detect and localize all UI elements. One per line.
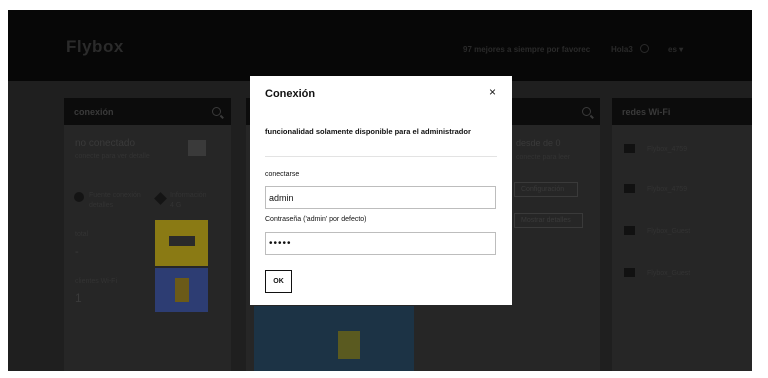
panel-title: redes Wi-Fi bbox=[622, 107, 671, 117]
username-input[interactable] bbox=[265, 186, 496, 209]
panel-header: redes Wi-Fi bbox=[612, 98, 752, 125]
connection-status: no conectado bbox=[75, 138, 136, 149]
configure-button[interactable]: Configuración bbox=[514, 182, 578, 197]
stat-clients-label: clientes Wi-Fi bbox=[75, 278, 118, 285]
search-icon[interactable] bbox=[212, 107, 221, 116]
wifi-network[interactable]: Flybox_4759 bbox=[647, 146, 687, 153]
login-dialog: Conexión × funcionalidad solamente dispo… bbox=[250, 76, 512, 305]
source-item-label: Fuente conexión bbox=[89, 192, 141, 199]
wifi-icon bbox=[624, 226, 635, 235]
panel-header: conexión bbox=[64, 98, 231, 125]
password-label: Contraseña ('admin' por defecto) bbox=[265, 216, 367, 223]
middle-status-sub: conecte para leer bbox=[516, 154, 571, 161]
close-icon[interactable]: × bbox=[489, 86, 496, 98]
connection-panel: conexión no conectado conecte para ver d… bbox=[64, 98, 231, 371]
divider bbox=[265, 156, 497, 157]
signal-icon bbox=[154, 192, 167, 205]
info-icon bbox=[74, 192, 84, 202]
header-link[interactable]: 97 mejores a siempre por favorec bbox=[463, 45, 590, 54]
settings-icon[interactable] bbox=[640, 44, 649, 53]
promo-image-blue bbox=[155, 268, 208, 312]
wifi-network[interactable]: Flybox_Guest bbox=[647, 270, 690, 277]
wifi-icon bbox=[624, 268, 635, 277]
details-button[interactable]: Mostrar detalles bbox=[514, 213, 583, 228]
stat-total-value: - bbox=[75, 246, 79, 258]
top-header: Flybox 97 mejores a siempre por favorec … bbox=[8, 10, 752, 81]
stat-clients-value: 1 bbox=[75, 291, 82, 305]
wifi-icon bbox=[624, 144, 635, 153]
info-item-label: Información bbox=[170, 192, 207, 199]
header-user[interactable]: Hola3 bbox=[611, 45, 633, 54]
wifi-icon bbox=[624, 184, 635, 193]
stat-total-label: total bbox=[75, 231, 89, 238]
language-switch[interactable]: es ▾ bbox=[668, 45, 683, 54]
toggle-switch[interactable] bbox=[188, 140, 206, 156]
brand-logo[interactable]: Flybox bbox=[66, 37, 124, 57]
wifi-network[interactable]: Flybox_4759 bbox=[647, 186, 687, 193]
promo-image-yellow bbox=[155, 220, 208, 266]
password-input[interactable] bbox=[265, 232, 496, 255]
info-item-sub: 4 G bbox=[170, 202, 182, 209]
middle-status: desde de 0 bbox=[516, 138, 561, 148]
ok-button[interactable]: OK bbox=[265, 270, 292, 293]
wifi-panel: redes Wi-Fi Flybox_4759 Flybox_4759 Flyb… bbox=[612, 98, 752, 371]
promo-banner bbox=[254, 306, 414, 371]
source-item-sub: detalles bbox=[89, 202, 114, 209]
search-icon[interactable] bbox=[582, 107, 591, 116]
wifi-network[interactable]: Flybox_Guest bbox=[647, 228, 690, 235]
login-label: conectarse bbox=[265, 171, 300, 178]
connection-status-sub: conecte para ver detalle bbox=[75, 153, 150, 160]
dialog-title: Conexión bbox=[265, 88, 316, 100]
admin-only-message: funcionalidad solamente disponible para … bbox=[265, 127, 471, 136]
panel-title: conexión bbox=[74, 107, 114, 117]
